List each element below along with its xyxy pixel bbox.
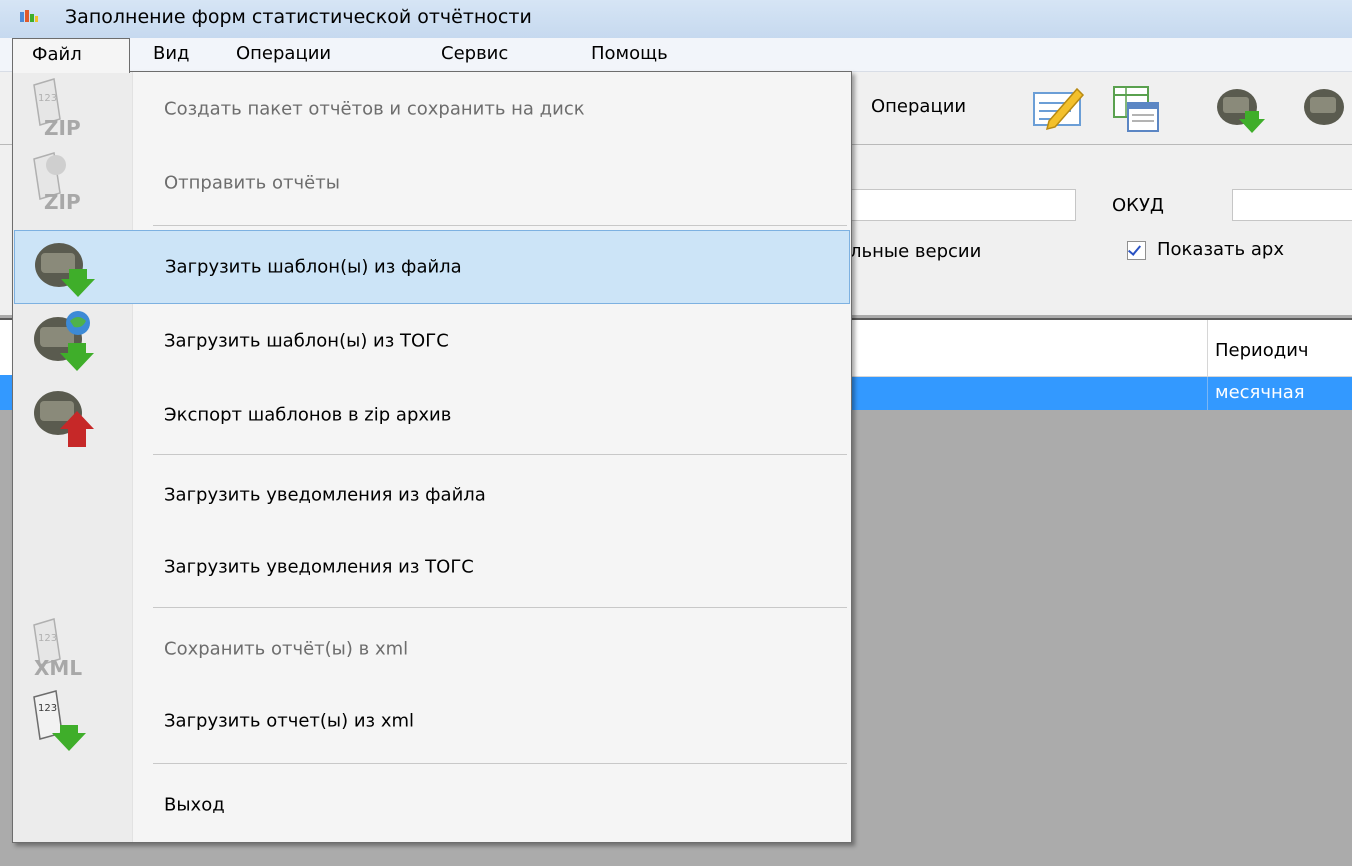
table-icon[interactable] — [1108, 81, 1162, 135]
menu-item-load-template-file[interactable]: Загрузить шаблон(ы) из файла — [14, 230, 850, 304]
menu-item-send-reports[interactable]: ZIP Отправить отчёты — [14, 146, 850, 220]
menu-item-load-notices-file[interactable]: Загрузить уведомления из файла — [14, 458, 850, 532]
menu-service[interactable]: Сервис — [441, 38, 508, 71]
zip-package-icon: 123 ZIP — [33, 78, 81, 140]
menu-separator — [153, 763, 847, 764]
menu-item-load-template-togs[interactable]: Загрузить шаблон(ы) из ТОГС — [14, 304, 850, 378]
menu-item-label: Выход — [164, 794, 225, 816]
xml-load-icon: 123 — [33, 690, 86, 751]
menu-item-save-xml[interactable]: 123 XML Сохранить отчёт(ы) в xml — [14, 612, 850, 686]
xml-label-text: XML — [34, 656, 82, 680]
menu-separator — [153, 454, 847, 455]
show-archive-checkbox[interactable] — [1127, 241, 1146, 260]
show-archive-label[interactable]: Показать арх — [1157, 239, 1284, 260]
edit-form-icon[interactable] — [1031, 81, 1085, 135]
menu-item-label: Отправить отчёты — [164, 172, 340, 194]
load-template-togs-icon — [34, 311, 94, 371]
menu-item-label: Загрузить шаблон(ы) из файла — [165, 256, 462, 278]
name-filter-input[interactable] — [851, 189, 1076, 221]
menu-item-label: Загрузить шаблон(ы) из ТОГС — [164, 330, 449, 352]
menu-item-load-notices-togs[interactable]: Загрузить уведомления из ТОГС — [14, 530, 850, 604]
app-icon — [20, 10, 38, 22]
zip-label-text: ZIP — [44, 116, 81, 140]
menu-help[interactable]: Помощь — [591, 38, 668, 71]
menu-view[interactable]: Вид — [153, 38, 190, 71]
row-selection-marker — [0, 375, 12, 405]
column-header-periodicity[interactable]: Периодич — [1215, 340, 1309, 361]
menu-item-label: Загрузить уведомления из файла — [164, 484, 486, 506]
load-template-icon[interactable] — [1213, 81, 1267, 135]
menu-bar: Файл Вид Операции Сервис Помощь — [0, 38, 1352, 73]
cell-periodicity: месячная — [1215, 382, 1305, 403]
versions-checkbox-label[interactable]: льные версии — [850, 241, 981, 262]
menu-separator — [153, 225, 847, 226]
menu-item-label: Загрузить отчет(ы) из xml — [164, 710, 415, 732]
menu-separator — [153, 607, 847, 608]
menu-item-label: Сохранить отчёт(ы) в xml — [164, 638, 409, 660]
menu-item-export-templates[interactable]: Экспорт шаблонов в zip архив — [14, 378, 850, 452]
zip-send-icon: ZIP — [33, 152, 81, 214]
xml-save-icon: 123 XML — [33, 618, 82, 680]
toolbar-operations-label: Операции — [871, 96, 967, 117]
menu-item-exit[interactable]: Выход — [14, 768, 850, 842]
menu-file[interactable]: Файл — [12, 38, 130, 73]
window-title: Заполнение форм статистической отчётност… — [65, 6, 532, 28]
app-window: Заполнение форм статистической отчётност… — [0, 0, 1352, 866]
menu-item-create-package[interactable]: 123 ZIP Создать пакет отчётов и сохранит… — [14, 72, 850, 146]
menu-item-label: Экспорт шаблонов в zip архив — [164, 404, 452, 426]
export-templates-icon — [34, 391, 94, 447]
okud-label: ОКУД — [1112, 195, 1164, 216]
menu-operations[interactable]: Операции — [236, 38, 331, 71]
grid-cell-separator — [1207, 377, 1208, 410]
load-template-togs-icon[interactable] — [1300, 81, 1352, 135]
menu-item-load-xml[interactable]: 123 Загрузить отчет(ы) из xml — [14, 684, 850, 758]
zip-label-text: ZIP — [44, 190, 81, 214]
title-bar[interactable]: Заполнение форм статистической отчётност… — [0, 0, 1352, 39]
okud-input[interactable] — [1232, 189, 1352, 221]
xml-digits-text: 123 — [38, 633, 57, 644]
load-template-file-icon — [35, 243, 95, 297]
menu-item-label: Создать пакет отчётов и сохранить на дис… — [164, 98, 585, 120]
file-menu-dropdown: 123 ZIP Создать пакет отчётов и сохранит… — [12, 71, 852, 843]
menu-item-label: Загрузить уведомления из ТОГС — [164, 556, 474, 578]
xml-load-digits-text: 123 — [38, 703, 57, 714]
zip-digits-text: 123 — [38, 93, 57, 104]
grid-header-separator — [1207, 320, 1208, 376]
